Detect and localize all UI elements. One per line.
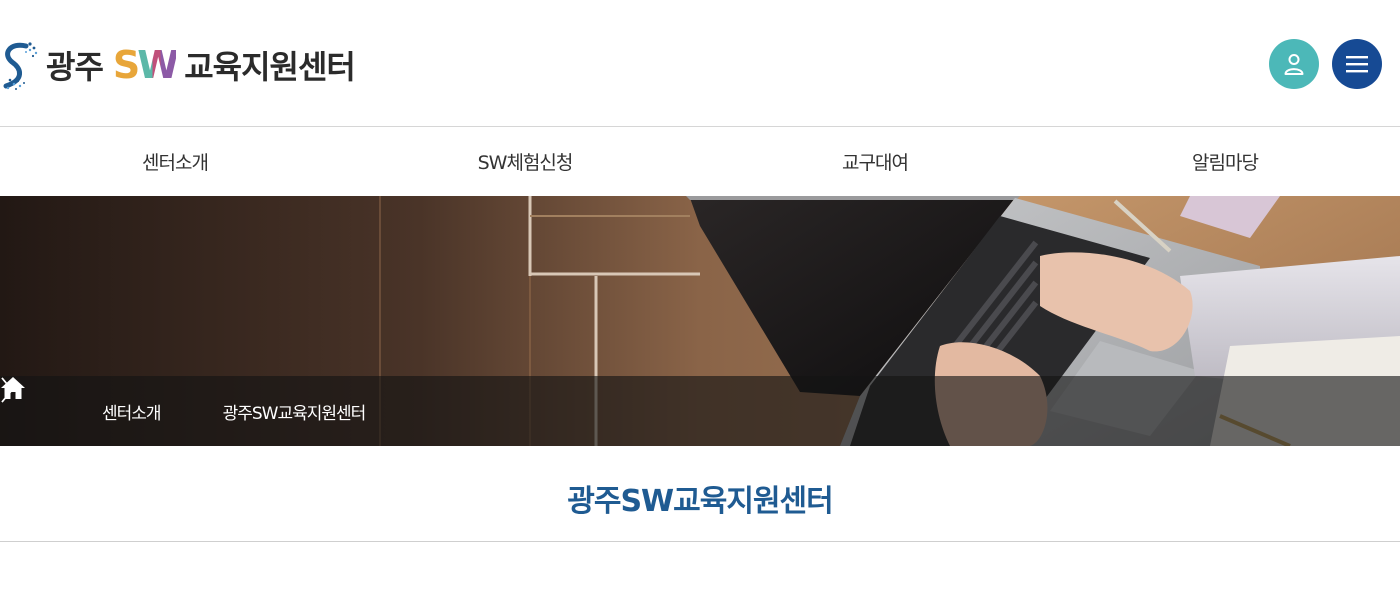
logo-sw-s: S bbox=[112, 43, 140, 87]
site-header: 광주 S W 교육지원센터 bbox=[0, 0, 1400, 126]
chevron-right-icon bbox=[1, 377, 84, 425]
nav-item-equipment-rental[interactable]: 교구대여 bbox=[700, 127, 1050, 196]
nav-item-center-intro[interactable]: 센터소개 bbox=[0, 127, 350, 196]
user-button[interactable] bbox=[1269, 39, 1319, 89]
user-icon bbox=[1284, 54, 1304, 75]
logo-mark-icon bbox=[3, 42, 38, 90]
page-title: 광주SW교육지원센터 bbox=[567, 484, 834, 519]
logo-sw-w-letter: W bbox=[137, 43, 179, 87]
breadcrumb-item-center-intro[interactable]: 센터소개 bbox=[102, 399, 162, 424]
hero-banner: 센터소개 광주SW교육지원센터 bbox=[0, 196, 1400, 446]
main-nav: 센터소개 SW체험신청 교구대여 알림마당 bbox=[0, 126, 1400, 196]
logo-suffix: 교육지원센터 bbox=[184, 48, 356, 86]
hamburger-menu-icon bbox=[1346, 56, 1368, 73]
title-divider bbox=[0, 541, 1400, 542]
breadcrumb-home-link[interactable] bbox=[1, 377, 48, 424]
logo-prefix: 광주 bbox=[46, 48, 104, 86]
chevron-right-icon bbox=[1, 377, 205, 425]
breadcrumb-item-current[interactable]: 광주SW교육지원센터 bbox=[223, 399, 367, 424]
nav-item-sw-experience[interactable]: SW체험신청 bbox=[350, 127, 700, 196]
logo-text: 광주 S W 교육지원센터 bbox=[46, 42, 356, 88]
logo-sw: S W bbox=[112, 43, 179, 87]
logo-sw-w: W bbox=[137, 43, 179, 87]
breadcrumb: 센터소개 광주SW교육지원센터 bbox=[0, 376, 1400, 446]
nav-item-notice[interactable]: 알림마당 bbox=[1050, 127, 1400, 196]
site-logo[interactable]: 광주 S W 교육지원센터 bbox=[0, 36, 356, 94]
menu-button[interactable] bbox=[1332, 39, 1382, 89]
